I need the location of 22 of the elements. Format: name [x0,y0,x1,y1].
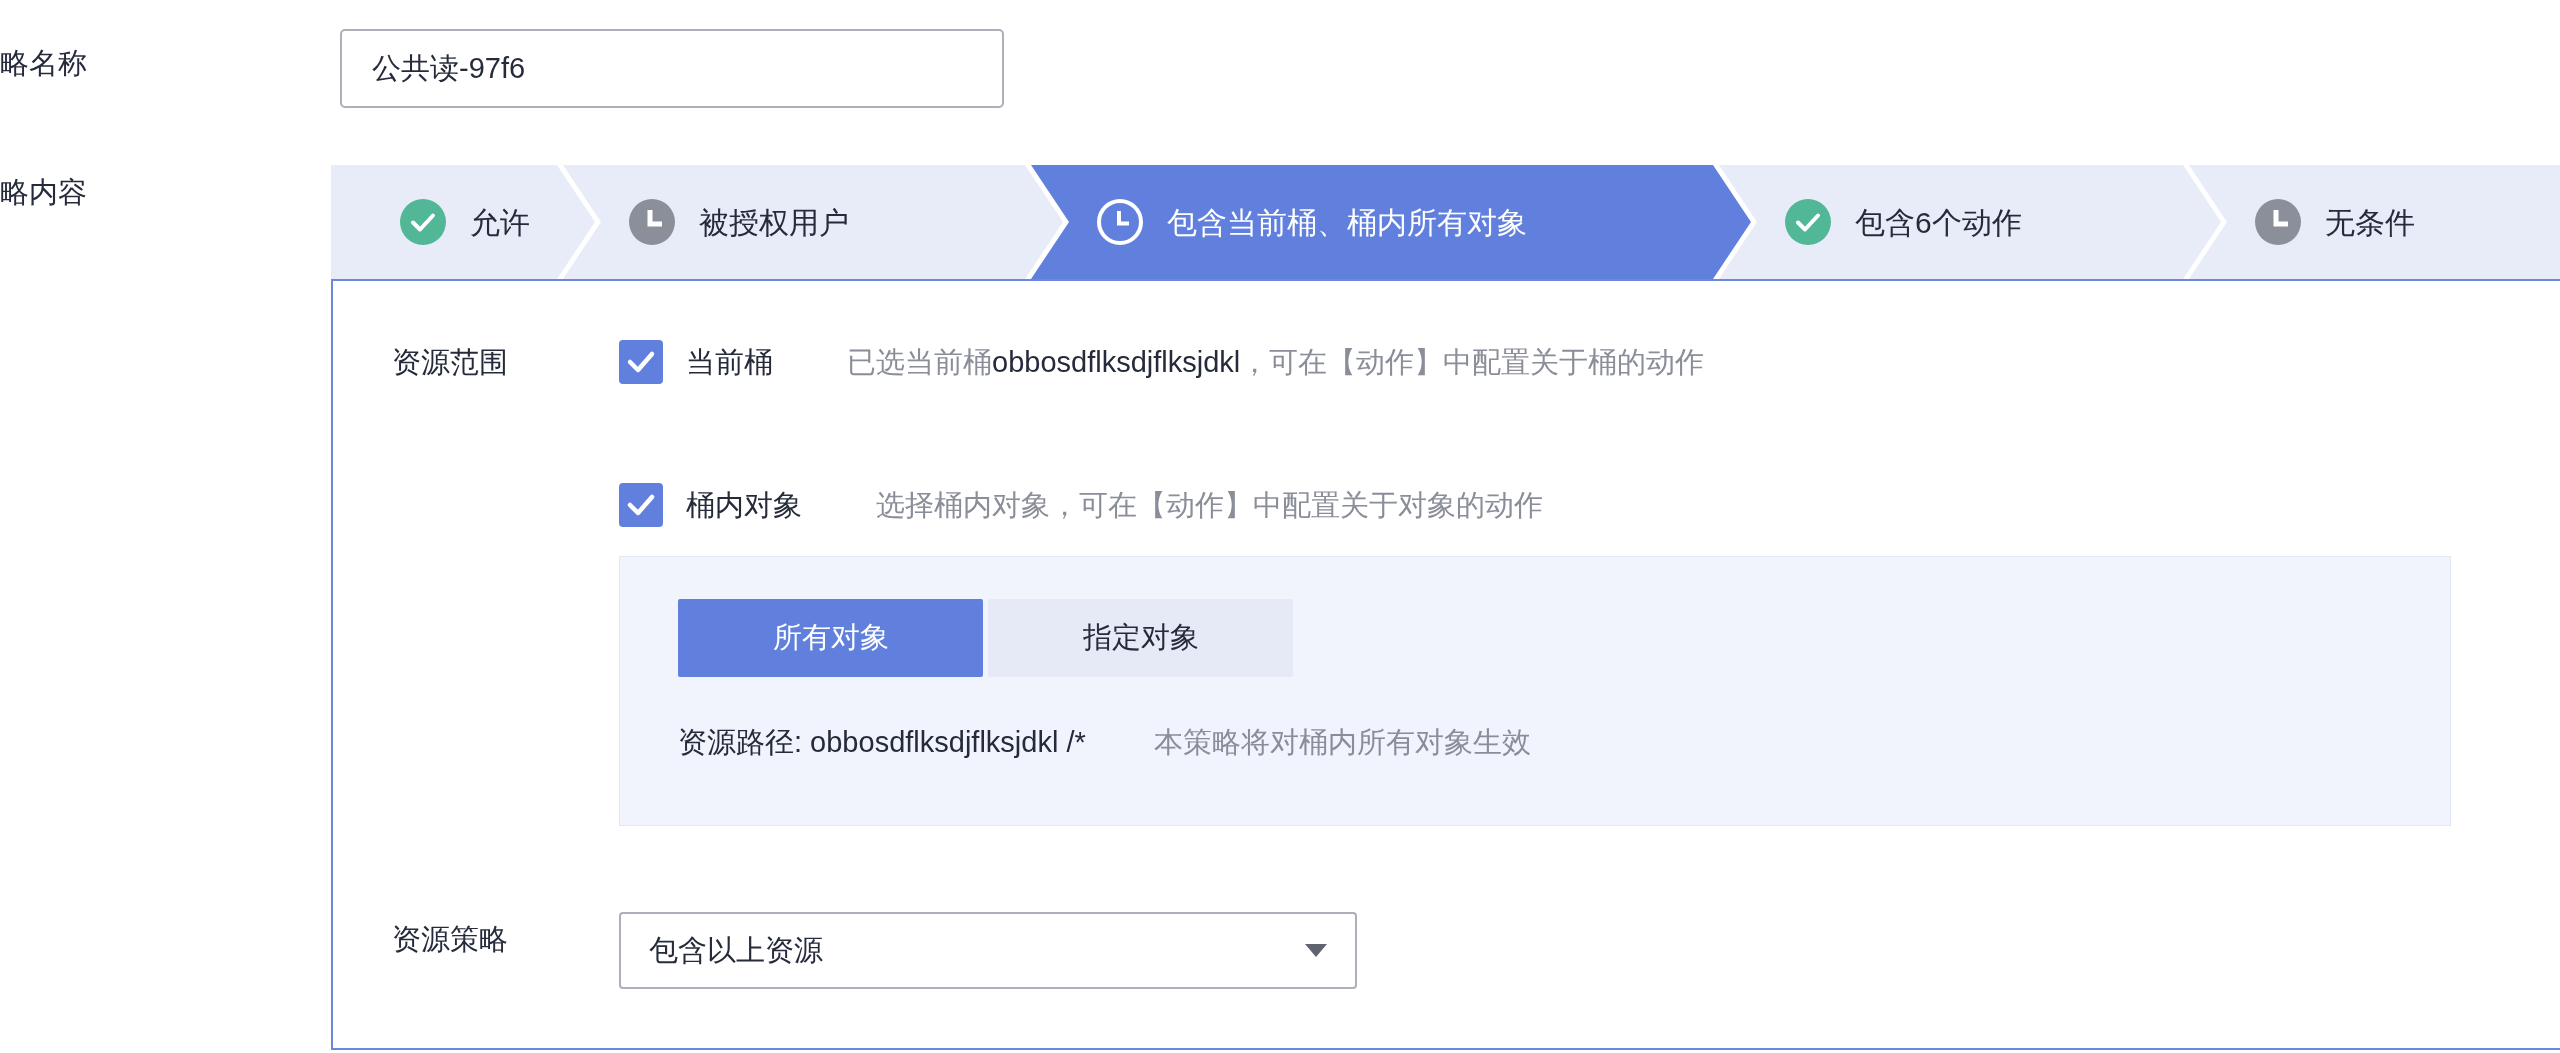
clock-icon [2255,199,2301,245]
segment-tab[interactable]: 指定对象 [988,599,1293,677]
section-label: 资源策略 [392,922,509,957]
clock-icon [629,199,675,245]
checkbox[interactable] [619,483,663,527]
checkbox-label[interactable]: 桶内对象 [686,483,802,527]
checkbox-label[interactable]: 当前桶 [686,340,773,384]
segment-tab[interactable]: 所有对象 [678,599,983,677]
form-label: 略名称 [0,45,88,81]
clock-icon [1097,199,1143,245]
name-input[interactable]: 公共读-97f6 [340,29,1004,108]
select-field[interactable]: 包含以上资源 [619,912,1357,989]
form-label: 略内容 [0,175,88,210]
checkbox[interactable] [619,340,663,384]
check-circle-icon [400,199,446,245]
hint-text: 已选当前桶obbosdflksdjflksjdkl，可在【动作】中配置关于桶的动作 [847,345,1705,380]
caret-icon [1305,944,1327,957]
section-label: 资源范围 [392,345,509,380]
resource-path-text: 资源路径: obbosdflksdjflksjdkl /* [678,725,1086,760]
check-circle-icon [1785,199,1831,245]
hint-text: 选择桶内对象，可在【动作】中配置关于对象的动作 [876,488,1543,523]
hint-text: 本策略将对桶内所有对象生效 [1153,725,1531,760]
